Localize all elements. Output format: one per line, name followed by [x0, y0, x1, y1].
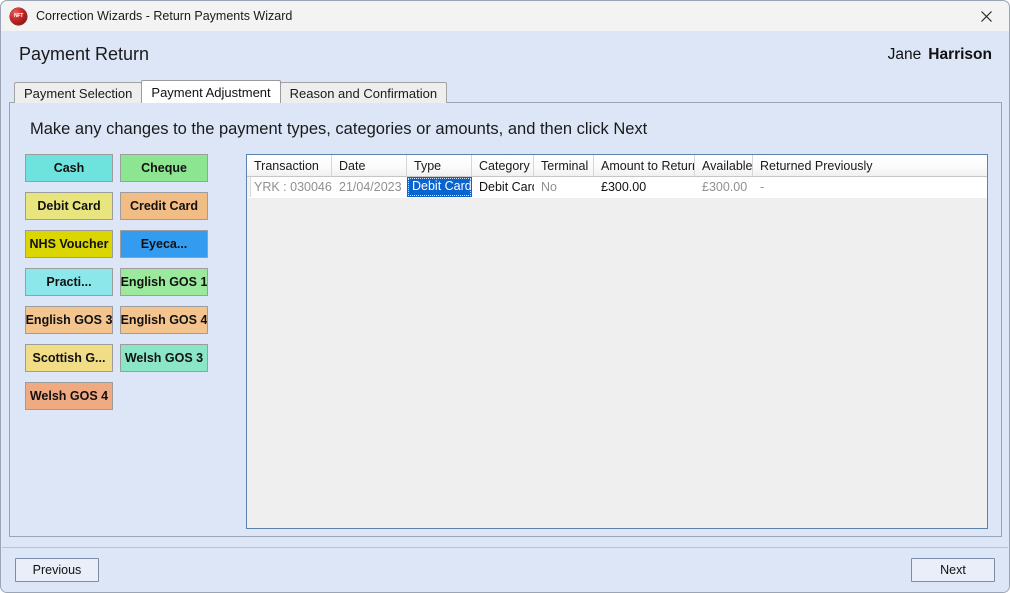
tab-reason-and-confirmation[interactable]: Reason and Confirmation — [279, 82, 448, 103]
window-titlebar: Correction Wizards - Return Payments Wiz… — [1, 1, 1009, 31]
grid-cell-type[interactable]: Debit Card — [407, 177, 472, 197]
grid-column-header-terminal[interactable]: Terminal — [534, 155, 594, 176]
user-last-name: Harrison — [928, 46, 992, 63]
app-sphere-icon — [10, 7, 27, 25]
close-icon — [980, 10, 992, 22]
payments-grid-panel: Transaction Date Type Category Terminal Amoun… — [246, 154, 988, 529]
grid-cell-terminal[interactable]: No — [534, 177, 594, 197]
previous-button[interactable]: Previous — [15, 558, 99, 582]
payment-type-button-english-gos-3[interactable]: English GOS 3 — [25, 306, 113, 334]
header-band: Payment Return Jane Harrison — [2, 31, 1008, 82]
payment-type-button-nhs-voucher[interactable]: NHS Voucher — [25, 230, 113, 258]
content-panel: Make any changes to the payment types, c… — [9, 102, 1002, 537]
wizard-window: Correction Wizards - Return Payments Wiz… — [0, 0, 1010, 593]
grid-cell-amount-to-return[interactable]: £300.00 — [594, 177, 695, 197]
grid-cell-available[interactable]: £300.00 — [695, 177, 753, 197]
payment-type-button-credit-card[interactable]: Credit Card — [120, 192, 208, 220]
payment-type-button-eyeca[interactable]: Eyeca... — [120, 230, 208, 258]
table-row[interactable]: YRK : 0300460 21/04/2023 Debit Card Debit C… — [247, 177, 987, 198]
grid-cell-date[interactable]: 21/04/2023 — [332, 177, 407, 197]
tab-payment-adjustment[interactable]: Payment Adjustment — [141, 80, 281, 103]
payment-type-button-english-gos-1[interactable]: English GOS 1 — [120, 268, 208, 296]
payment-type-button-english-gos-4[interactable]: English GOS 4 — [120, 306, 208, 334]
grid-column-header-type[interactable]: Type — [407, 155, 472, 176]
payment-type-button-practi[interactable]: Practi... — [25, 268, 113, 296]
grid-column-header-date[interactable]: Date — [332, 155, 407, 176]
grid-column-header-returned-previously[interactable]: Returned Previously — [753, 155, 884, 176]
payment-type-button-scottish-g[interactable]: Scottish G... — [25, 344, 113, 372]
wizard-footer: Previous Next — [2, 547, 1008, 592]
tab-payment-selection[interactable]: Payment Selection — [14, 82, 143, 103]
grid-column-header-available[interactable]: Available — [695, 155, 753, 176]
grid-cell-type-value: Debit Card — [408, 178, 472, 196]
grid-column-header-transaction[interactable]: Transaction — [247, 155, 332, 176]
grid-empty-area — [247, 198, 987, 528]
grid-column-header-amount-to-return[interactable]: Amount to Return — [594, 155, 695, 176]
page-title: Payment Return — [19, 44, 150, 64]
grid-header-row: Transaction Date Type Category Terminal Amoun… — [247, 155, 987, 177]
payment-type-button-grid: Cash Cheque Debit Card Credit Card NHS Vouch… — [25, 154, 230, 410]
grid-cell-transaction[interactable]: YRK : 0300460 — [247, 177, 332, 197]
window-title: Correction Wizards - Return Payments Wiz… — [36, 8, 293, 23]
payment-type-button-welsh-gos-3[interactable]: Welsh GOS 3 — [120, 344, 208, 372]
grid-body: YRK : 0300460 21/04/2023 Debit Card Debit C… — [247, 177, 987, 198]
payment-type-button-cheque[interactable]: Cheque — [120, 154, 208, 182]
payment-type-button-debit-card[interactable]: Debit Card — [25, 192, 113, 220]
user-first-name: Jane — [887, 46, 922, 63]
next-button[interactable]: Next — [911, 558, 995, 582]
payment-type-button-cash[interactable]: Cash — [25, 154, 113, 182]
grid-cell-returned-previously[interactable]: - — [753, 177, 884, 197]
wizard-tabstrip: Payment Selection Payment Adjustment Reaso… — [14, 80, 448, 103]
grid-cell-category[interactable]: Debit Card — [472, 177, 534, 197]
close-button[interactable] — [963, 1, 1009, 31]
grid-column-header-category[interactable]: Category — [472, 155, 534, 176]
current-user: Jane Harrison — [888, 46, 992, 64]
instruction-text: Make any changes to the payment types, c… — [30, 120, 648, 138]
payment-type-button-welsh-gos-4[interactable]: Welsh GOS 4 — [25, 382, 113, 410]
